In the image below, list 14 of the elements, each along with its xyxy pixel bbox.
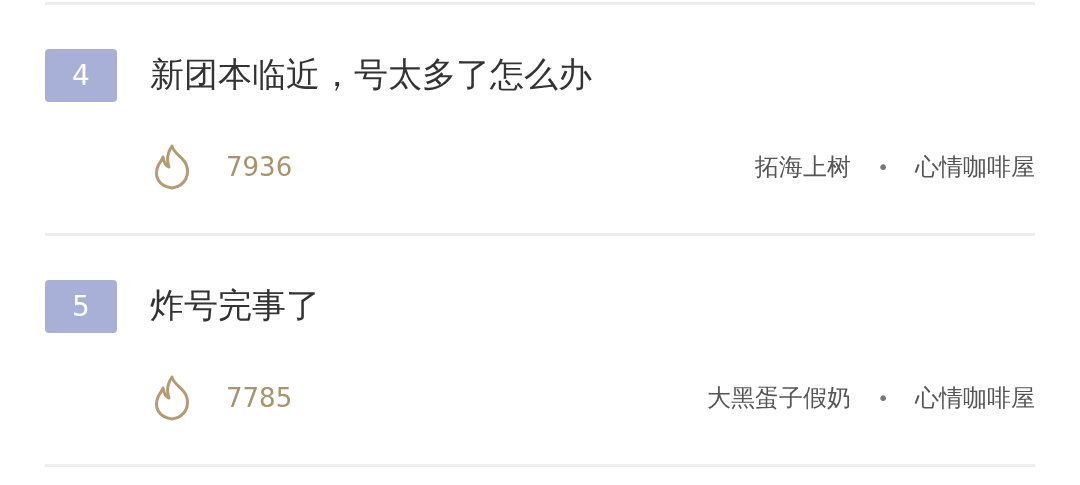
heat-count: 7936 (226, 152, 293, 182)
flame-icon (152, 375, 192, 421)
post-title[interactable]: 炸号完事了 (150, 283, 320, 329)
forum-name[interactable]: 心情咖啡屋 (915, 382, 1035, 414)
author-name[interactable]: 拓海上树 (755, 151, 852, 183)
separator-dot: • (877, 155, 889, 179)
heat-count: 7785 (226, 383, 293, 413)
author-name[interactable]: 大黑蛋子假奶 (707, 382, 852, 414)
post-title[interactable]: 新团本临近，号太多了怎么办 (150, 52, 592, 98)
flame-icon (152, 144, 192, 190)
separator-dot: • (877, 386, 889, 410)
rank-badge: 4 (45, 48, 117, 102)
rank-badge: 5 (45, 279, 117, 333)
forum-name[interactable]: 心情咖啡屋 (915, 151, 1035, 183)
